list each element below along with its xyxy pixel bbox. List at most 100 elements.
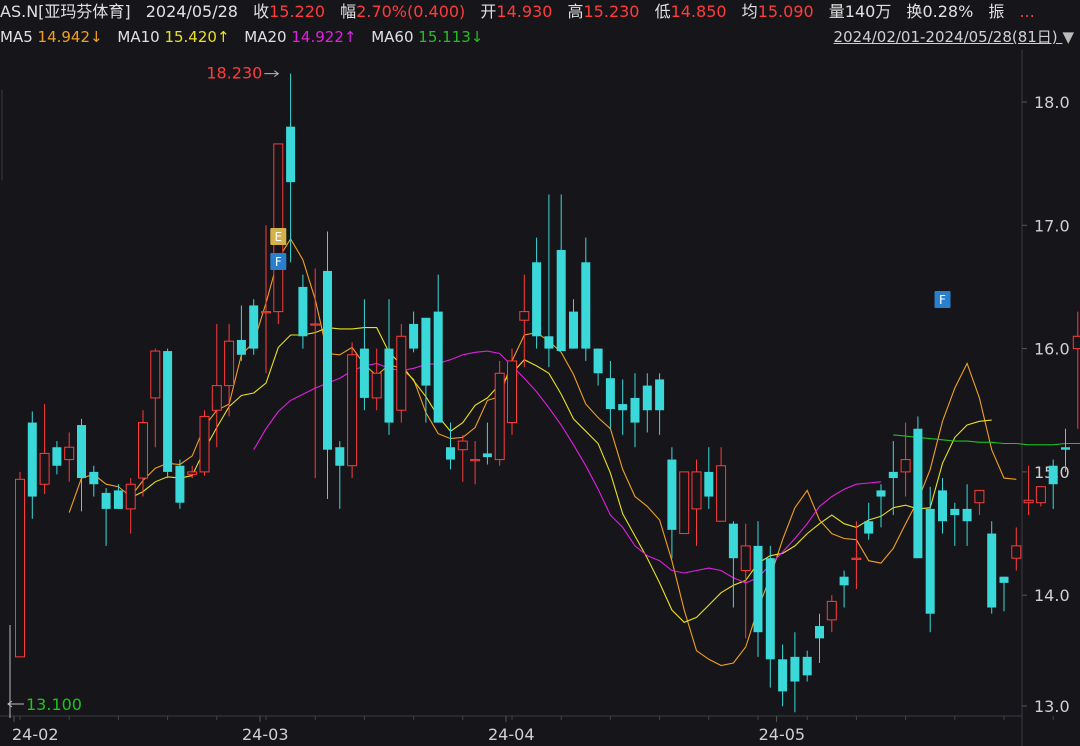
candle-body-down: [286, 126, 296, 183]
y-tick-label: 16.0: [1034, 340, 1070, 359]
candle-body-down: [27, 422, 37, 497]
quote-date: 2024/05/28: [145, 2, 238, 21]
candle-body-down: [593, 348, 603, 374]
y-tick-label: 14.0: [1034, 586, 1070, 605]
candle-body-up: [457, 440, 468, 451]
candle-body-down: [913, 428, 923, 559]
candle-body-down: [335, 447, 345, 466]
candle-body-down: [630, 397, 640, 423]
candle-body-down: [298, 286, 308, 337]
candle-body-up: [826, 600, 837, 621]
candle-body-up: [396, 335, 407, 411]
open-value: 14.930: [496, 2, 553, 21]
candle-body-down: [802, 656, 812, 676]
candle-body-up: [371, 372, 382, 399]
candle-body-down: [667, 459, 677, 530]
symbol-name[interactable]: AS.N[亚玛芬体育]: [0, 2, 131, 21]
candle-body-down: [839, 576, 849, 586]
candle-body-down: [999, 576, 1009, 583]
turnover-value: 0.28%: [922, 2, 974, 21]
volume-value: 140万: [844, 2, 892, 21]
candle-body-up: [470, 459, 481, 462]
candle-body-up: [691, 471, 702, 510]
candle-body-down: [482, 453, 492, 458]
candle-body-down: [113, 490, 123, 509]
candle-body-up: [224, 340, 235, 387]
candle-body-down: [532, 262, 542, 337]
quote-header: AS.N[亚玛芬体育] 2024/05/28 收15.220 幅2.70%(0.…: [0, 0, 1035, 24]
candle-body-down: [925, 508, 935, 614]
candle-body-up: [740, 545, 751, 572]
candle-body-down: [815, 626, 824, 639]
ma20-label: MA20: [244, 28, 287, 46]
candle-body-down: [778, 659, 788, 692]
x-tick-label: 24-04: [488, 725, 535, 744]
candle-body-down: [569, 311, 578, 349]
candle-body-down: [236, 339, 246, 355]
candle-body-down: [581, 262, 591, 349]
ma5-label: MA5: [0, 28, 33, 46]
candle-body-up: [310, 323, 321, 326]
x-tick-label: 24-05: [759, 725, 806, 744]
candle-body-up: [199, 415, 210, 473]
triangle-down-icon[interactable]: ▼: [1062, 25, 1074, 49]
candle-body-up: [507, 360, 517, 424]
candle-body-up: [125, 483, 136, 510]
candle-body-down: [618, 404, 628, 411]
candle-body-down: [765, 558, 775, 660]
y-tick-label: 17.0: [1034, 216, 1070, 235]
event-marker-e-text: E: [275, 230, 283, 244]
date-range-text[interactable]: 2024/02/01-2024/05/28(81日): [834, 28, 1058, 46]
event-marker-f-text: F: [939, 293, 946, 307]
candle-body-down: [655, 379, 665, 411]
candle-body-down: [163, 351, 173, 472]
candle-body-up: [1023, 499, 1034, 504]
candle-body-down: [864, 521, 874, 534]
x-tick-label: 24-03: [242, 725, 289, 744]
candle-body-down: [728, 523, 738, 559]
candle-body-down: [950, 508, 960, 516]
ma20-value: 14.922↑: [291, 28, 357, 46]
candle-body-up: [900, 459, 911, 473]
candle-body-up: [261, 311, 271, 314]
candle-body-down: [987, 533, 997, 608]
candle-body-up: [273, 143, 284, 313]
candle-body-down: [605, 378, 615, 410]
ma5-value: 14.942↓: [37, 28, 103, 46]
candle-body-down: [704, 471, 714, 497]
candle-body-up: [150, 350, 161, 399]
candle-body-down: [77, 425, 86, 479]
candle-body-up: [187, 471, 198, 475]
more-indicator[interactable]: ...: [1019, 2, 1034, 21]
candle-body-up: [347, 354, 358, 467]
candle-body-up: [15, 478, 25, 658]
candle-body-down: [642, 385, 652, 411]
volume-label: 量: [828, 2, 845, 21]
candle-body-down: [876, 490, 886, 497]
candle-body-down: [89, 471, 99, 485]
candle-body-down: [1048, 465, 1058, 485]
min-price-label: 13.100: [26, 695, 82, 714]
candle-body-up: [716, 465, 727, 522]
candle-body-up: [1072, 335, 1080, 350]
candle-body-up: [1035, 486, 1046, 504]
change-label: 幅: [340, 2, 357, 21]
candle-body-down: [753, 545, 763, 633]
candle-body-up: [494, 372, 505, 461]
candle-body-down: [175, 465, 185, 503]
date-range-selector[interactable]: 2024/02/01-2024/05/28(81日) ▼: [834, 25, 1074, 49]
candlestick-chart: 18.017.016.015.014.013.024-0224-0324-042…: [0, 50, 1080, 746]
candle-body-down: [384, 348, 394, 423]
ma10-label: MA10: [117, 28, 160, 46]
close-label: 收: [253, 2, 270, 21]
avg-value: 15.090: [757, 2, 814, 21]
change-value: 2.70%(0.400): [356, 2, 466, 21]
max-price-label: 18.230: [206, 64, 262, 83]
ma-legend: MA5 14.942↓ MA10 15.420↑ MA20 14.922↑ MA…: [0, 25, 493, 49]
low-value: 14.850: [670, 2, 727, 21]
x-tick-label: 24-02: [12, 725, 59, 744]
avg-label: 均: [741, 2, 758, 21]
amplitude-label: 振: [988, 2, 1005, 21]
y-tick-label: 18.0: [1034, 93, 1070, 112]
candle-body-up: [138, 422, 148, 479]
